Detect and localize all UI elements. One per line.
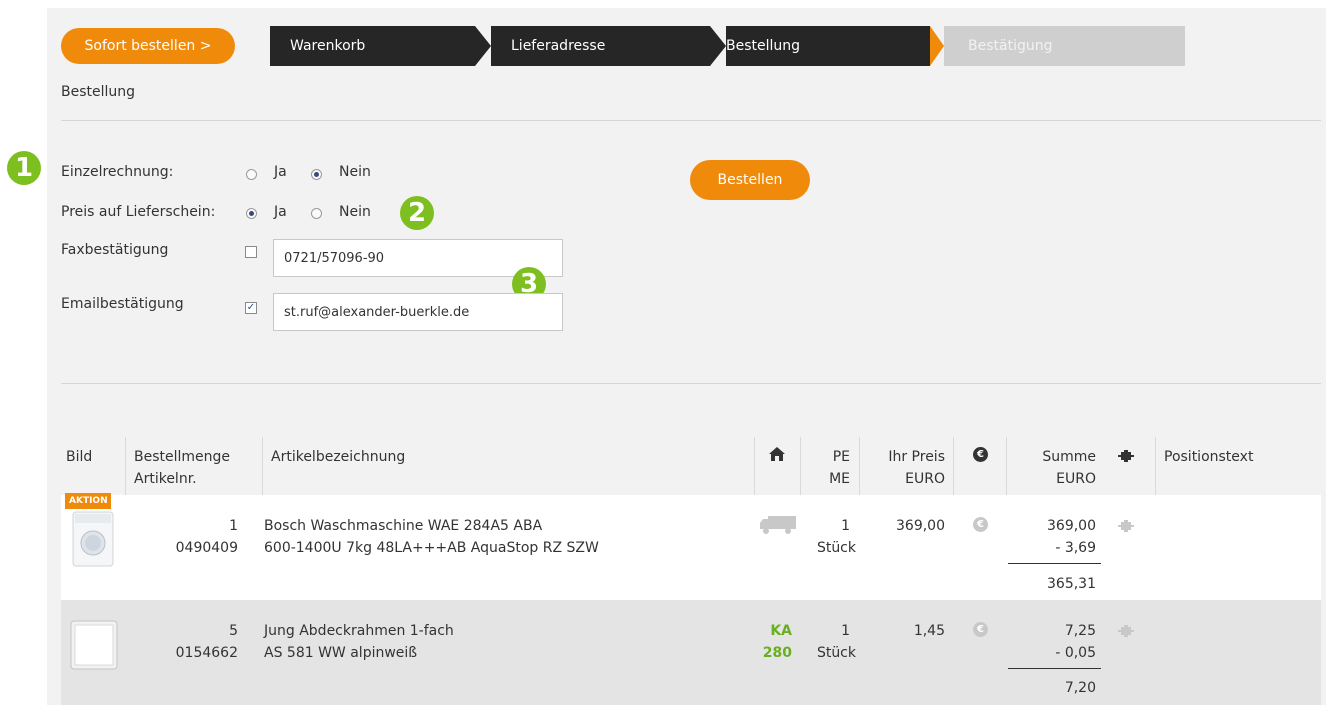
row-price: 369,00: [896, 518, 945, 534]
aktion-badge-label: AKTION: [69, 496, 108, 506]
step-chevron: [710, 26, 726, 66]
decor: [111, 493, 121, 509]
row-price: 1,45: [913, 623, 945, 639]
sum-divider: [1008, 563, 1101, 564]
col-divider: [262, 437, 263, 495]
row-qty: 1: [229, 518, 238, 534]
row-sum: 7,25: [1064, 623, 1096, 639]
puzzle-icon[interactable]: [1118, 520, 1134, 532]
header-summe-unit: EURO: [1056, 471, 1096, 487]
radio-label: Nein: [339, 164, 371, 180]
step-lieferadresse[interactable]: Lieferadresse: [491, 26, 710, 66]
preis-lieferschein-label: Preis auf Lieferschein:: [61, 204, 216, 220]
callout-badge-1: 1: [7, 151, 41, 185]
puzzle-icon[interactable]: [1118, 625, 1134, 637]
sofort-bestellen-button[interactable]: Sofort bestellen >: [61, 28, 235, 64]
header-bild: Bild: [66, 449, 93, 465]
product-image-washing-machine: [72, 511, 114, 567]
row-sum: 369,00: [1047, 518, 1096, 534]
row-discount: - 0,05: [1055, 645, 1096, 661]
col-divider: [754, 437, 755, 495]
euro-icon[interactable]: €: [973, 622, 988, 637]
einzelrechnung-label: Einzelrechnung:: [61, 164, 174, 180]
step-chevron-active: [930, 26, 944, 66]
row-pe: 1: [841, 623, 850, 639]
stock-location: KA: [770, 623, 792, 639]
euro-icon: €: [973, 447, 988, 462]
radio-label: Ja: [274, 204, 287, 220]
header-me: ME: [829, 471, 850, 487]
row-total: 7,20: [1064, 680, 1096, 696]
table-row[interactable]: [61, 600, 1321, 705]
header-artikelnr: Artikelnr.: [134, 471, 197, 487]
preis-nein-radio[interactable]: [311, 208, 322, 219]
divider: [61, 120, 1321, 121]
einzelrechnung-nein-radio[interactable]: [311, 169, 322, 180]
step-label: Bestellung: [726, 38, 801, 54]
home-icon: [769, 447, 785, 461]
product-image-cover-frame: [70, 620, 118, 670]
row-name-line1: Jung Abdeckrahmen 1-fach: [264, 623, 454, 639]
header-ihr-preis: Ihr Preis: [888, 449, 945, 465]
header-summe: Summe: [1042, 449, 1096, 465]
col-divider: [953, 437, 954, 495]
header-pe: PE: [832, 449, 850, 465]
email-checkbox[interactable]: ✓: [245, 302, 257, 314]
email-label: Emailbestätigung: [61, 296, 184, 312]
radio-label: Ja: [274, 164, 287, 180]
aktion-badge: AKTION: [65, 493, 111, 509]
puzzle-icon: [1118, 450, 1134, 462]
preis-ja-radio[interactable]: [246, 208, 257, 219]
page-title: Bestellung: [61, 84, 136, 100]
col-divider: [125, 437, 126, 495]
stock-count: 280: [762, 645, 792, 661]
fax-checkbox[interactable]: [245, 246, 257, 258]
fax-label: Faxbestätigung: [61, 242, 169, 258]
checkout-steps: Warenkorb Lieferadresse Bestellung Bestä…: [270, 26, 1185, 66]
step-bestaetigung: Bestätigung: [944, 26, 1185, 66]
row-name-line2: 600-1400U 7kg 48LA+++AB AquaStop RZ SZW: [264, 540, 599, 556]
header-artikelbezeichnung: Artikelbezeichnung: [271, 449, 406, 465]
bestellen-button[interactable]: Bestellen: [690, 160, 810, 200]
row-qty: 5: [229, 623, 238, 639]
col-divider: [1006, 437, 1007, 495]
divider: [61, 383, 1321, 384]
euro-icon[interactable]: €: [973, 517, 988, 532]
step-label: Warenkorb: [290, 38, 366, 54]
row-pe: 1: [841, 518, 850, 534]
header-preis-unit: EURO: [905, 471, 945, 487]
header-positionstext: Positionstext: [1164, 449, 1254, 465]
row-total: 365,31: [1047, 576, 1096, 592]
col-divider: [800, 437, 801, 495]
sum-divider: [1008, 668, 1101, 669]
step-bestellung[interactable]: Bestellung: [726, 26, 930, 66]
callout-badge-2: 2: [400, 196, 434, 230]
step-warenkorb[interactable]: Warenkorb: [270, 26, 475, 66]
step-label: Lieferadresse: [511, 38, 606, 54]
row-me: Stück: [816, 540, 856, 556]
row-discount: - 3,69: [1055, 540, 1096, 556]
row-me: Stück: [816, 645, 856, 661]
truck-icon: [760, 516, 796, 534]
step-label: Bestätigung: [968, 38, 1053, 54]
table-row[interactable]: [61, 495, 1321, 600]
step-chevron: [475, 26, 491, 66]
radio-label: Nein: [339, 204, 371, 220]
row-artnr: 0154662: [175, 645, 238, 661]
einzelrechnung-ja-radio[interactable]: [246, 169, 257, 180]
email-input[interactable]: st.ruf@alexander-buerkle.de: [273, 293, 563, 331]
row-artnr: 0490409: [175, 540, 238, 556]
row-name-line1: Bosch Waschmaschine WAE 284A5 ABA: [264, 518, 543, 534]
header-bestellmenge: Bestellmenge: [134, 449, 231, 465]
col-divider: [1155, 437, 1156, 495]
row-name-line2: AS 581 WW alpinweiß: [264, 645, 418, 661]
